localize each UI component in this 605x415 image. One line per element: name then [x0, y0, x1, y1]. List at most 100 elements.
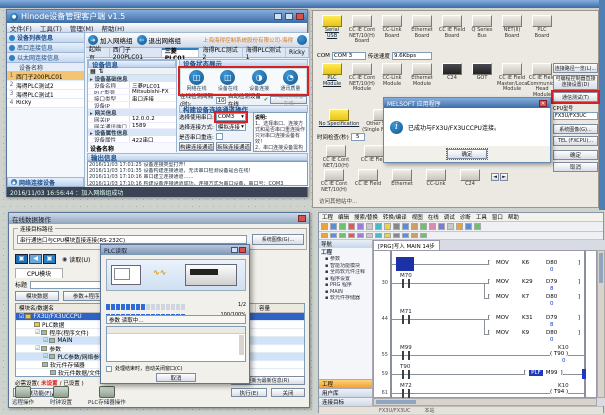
- toolbar-button[interactable]: [357, 223, 364, 230]
- toolbar-button[interactable]: [474, 223, 481, 230]
- toolbar-button[interactable]: [348, 233, 355, 238]
- property-row[interactable]: 设备IP: [88, 102, 176, 109]
- toolbar-button[interactable]: [366, 233, 373, 238]
- gx-menu-item[interactable]: 工程: [322, 213, 333, 221]
- gx-menu-item[interactable]: 转换/编译: [383, 213, 407, 221]
- gx-menu-item[interactable]: 调试: [444, 213, 455, 221]
- contact-T90[interactable]: [402, 370, 410, 379]
- toolbar-button[interactable]: [456, 223, 463, 230]
- sort-category-icon[interactable]: ▦: [90, 68, 96, 75]
- toolbar-button[interactable]: [420, 233, 427, 238]
- remove-channel-button[interactable]: 拆除连接通道: [216, 142, 251, 151]
- maximize-button[interactable]: [285, 13, 293, 20]
- toolbar-button[interactable]: [393, 233, 400, 238]
- property-group[interactable]: ▸ 设备属性信息: [88, 129, 176, 136]
- path-list-button[interactable]: 连接路径一览(L)...: [553, 63, 598, 73]
- auto-close-checkbox[interactable]: [106, 366, 112, 372]
- toolbar-button[interactable]: [402, 223, 409, 230]
- user-icon[interactable]: [297, 35, 307, 45]
- module-button[interactable]: CC IE Cont NET/10(H): [317, 169, 351, 193]
- comm-test-button[interactable]: 通信测试(T): [553, 92, 598, 102]
- toolbar-button[interactable]: [366, 223, 373, 230]
- toolbar-button[interactable]: [375, 223, 382, 230]
- module-button[interactable]: CC-Link Module: [377, 63, 407, 98]
- property-row[interactable]: 设备属性422串口: [88, 136, 176, 143]
- module-button[interactable]: CC IE Cont NET/10(H): [317, 145, 355, 169]
- nav-tab-连接目标[interactable]: 连接目标: [319, 397, 372, 406]
- time-check-field[interactable]: 5: [351, 133, 365, 141]
- property-group[interactable]: ▸ 设备基础信息: [88, 75, 176, 82]
- close-icon[interactable]: [298, 215, 306, 222]
- tel-button[interactable]: TEL (FXCPU)...: [553, 136, 598, 146]
- module-button[interactable]: PLC Board: [527, 15, 557, 45]
- scroll-left-icon[interactable]: ◄: [491, 173, 499, 181]
- gx-menu-item[interactable]: 窗口: [492, 213, 503, 221]
- row-checkbox[interactable]: ☑: [43, 353, 48, 360]
- module-button[interactable]: CC-Link: [419, 169, 453, 193]
- row-checkbox[interactable]: ☑: [43, 337, 48, 344]
- device-manager-titlebar[interactable]: ● Hinode设备管理客户端 v1.5: [7, 10, 307, 23]
- auto-close-row[interactable]: 处理结束时，自动关闭窗口(C): [106, 365, 182, 372]
- system-image-button[interactable]: 系统图像(G)...: [252, 234, 304, 245]
- contact-M70[interactable]: [402, 279, 410, 288]
- melsoft-close-icon[interactable]: ✕: [539, 100, 547, 107]
- toolbar-button[interactable]: [402, 233, 409, 238]
- toolbar-button[interactable]: [465, 223, 472, 230]
- module-button[interactable]: C24: [453, 169, 487, 193]
- property-row[interactable]: 网关通讯端口1589: [88, 123, 176, 130]
- property-row[interactable]: 接口类型串口连接: [88, 95, 176, 102]
- melsoft-titlebar[interactable]: MELSOFT 应用程序✕: [384, 98, 550, 108]
- nav-tab-用户库[interactable]: 用户库: [319, 388, 372, 397]
- function-clock-setting[interactable]: 时钟设置: [50, 386, 72, 406]
- toolbar-button[interactable]: [447, 223, 454, 230]
- com-field[interactable]: COM 3: [332, 52, 366, 60]
- module-button[interactable]: Ethernet Board: [407, 15, 437, 45]
- tab-西门子200PLC01[interactable]: 西门子200PLC01: [110, 48, 162, 57]
- result-list[interactable]: [106, 326, 246, 362]
- module-button[interactable]: Ethernet Module: [407, 63, 437, 98]
- list-scrollbar[interactable]: [239, 335, 244, 355]
- horizontal-scrollbar[interactable]: [373, 398, 597, 406]
- toolbar-button[interactable]: [429, 223, 436, 230]
- toolbar-button[interactable]: [375, 233, 382, 238]
- station-scroll[interactable]: ◄►: [491, 173, 508, 181]
- tab-Ricky[interactable]: Ricky: [286, 48, 309, 57]
- gx-menu-item[interactable]: 帮助: [508, 213, 519, 221]
- toolbar-button[interactable]: [330, 223, 337, 230]
- reconnect-checkbox[interactable]: [216, 133, 223, 140]
- contact-M99[interactable]: [402, 351, 410, 360]
- scroll-right-icon[interactable]: ►: [500, 173, 508, 181]
- gx-menu-item[interactable]: 编辑: [338, 213, 349, 221]
- output-log[interactable]: 2016/11/03 17:01:25 设备连接类型打开！2016/11/03 …: [87, 161, 308, 186]
- system-image-button[interactable]: 系统图像(G)...: [553, 124, 598, 134]
- module-button[interactable]: PLC Module: [317, 63, 347, 98]
- row-checkbox[interactable]: ☑: [19, 313, 24, 320]
- gx-menu-item[interactable]: 搜索/替换: [354, 213, 378, 221]
- module-data-button[interactable]: 模块数据: [15, 291, 59, 301]
- toolbar-button[interactable]: [330, 233, 337, 238]
- menu-item[interactable]: 管理(M): [70, 23, 94, 33]
- toolbar-button[interactable]: [411, 233, 418, 238]
- close-button[interactable]: [296, 13, 304, 20]
- toolbar-button[interactable]: [420, 223, 427, 230]
- nav-tab-工程[interactable]: 工程: [319, 379, 372, 388]
- sidebar-section-0[interactable]: 设备列表信息: [7, 33, 84, 43]
- exit-network-button[interactable]: ⇦退出网络组: [137, 35, 182, 45]
- sort-az-icon[interactable]: ⇅: [99, 68, 104, 75]
- property-row[interactable]: PLC型号Mitsubishi-FX: [88, 89, 176, 96]
- toolbar-button[interactable]: [411, 223, 418, 230]
- sidebar-section-1[interactable]: 串口连接信息: [7, 43, 84, 53]
- sidebar-item-network-devices[interactable]: ● 网络连接设备: [7, 177, 84, 187]
- module-button[interactable]: Serial USB: [317, 15, 347, 45]
- project-tree-root[interactable]: 工程: [319, 248, 372, 256]
- module-button[interactable]: CC IE Field Master/Local Module: [497, 63, 527, 98]
- module-button[interactable]: Ethernet: [385, 169, 419, 193]
- build-channel-button[interactable]: 构建连接通道: [179, 142, 214, 151]
- toolbar-button[interactable]: [393, 223, 400, 230]
- detect-interval-value[interactable]: 10: [216, 97, 226, 104]
- toolbar-button[interactable]: [384, 223, 391, 230]
- gx-menu-item[interactable]: 在线: [428, 213, 439, 221]
- contact-M71[interactable]: [402, 315, 410, 324]
- row-checkbox[interactable]: ☑: [35, 329, 40, 336]
- module-button[interactable]: NET(II) Board: [497, 15, 527, 45]
